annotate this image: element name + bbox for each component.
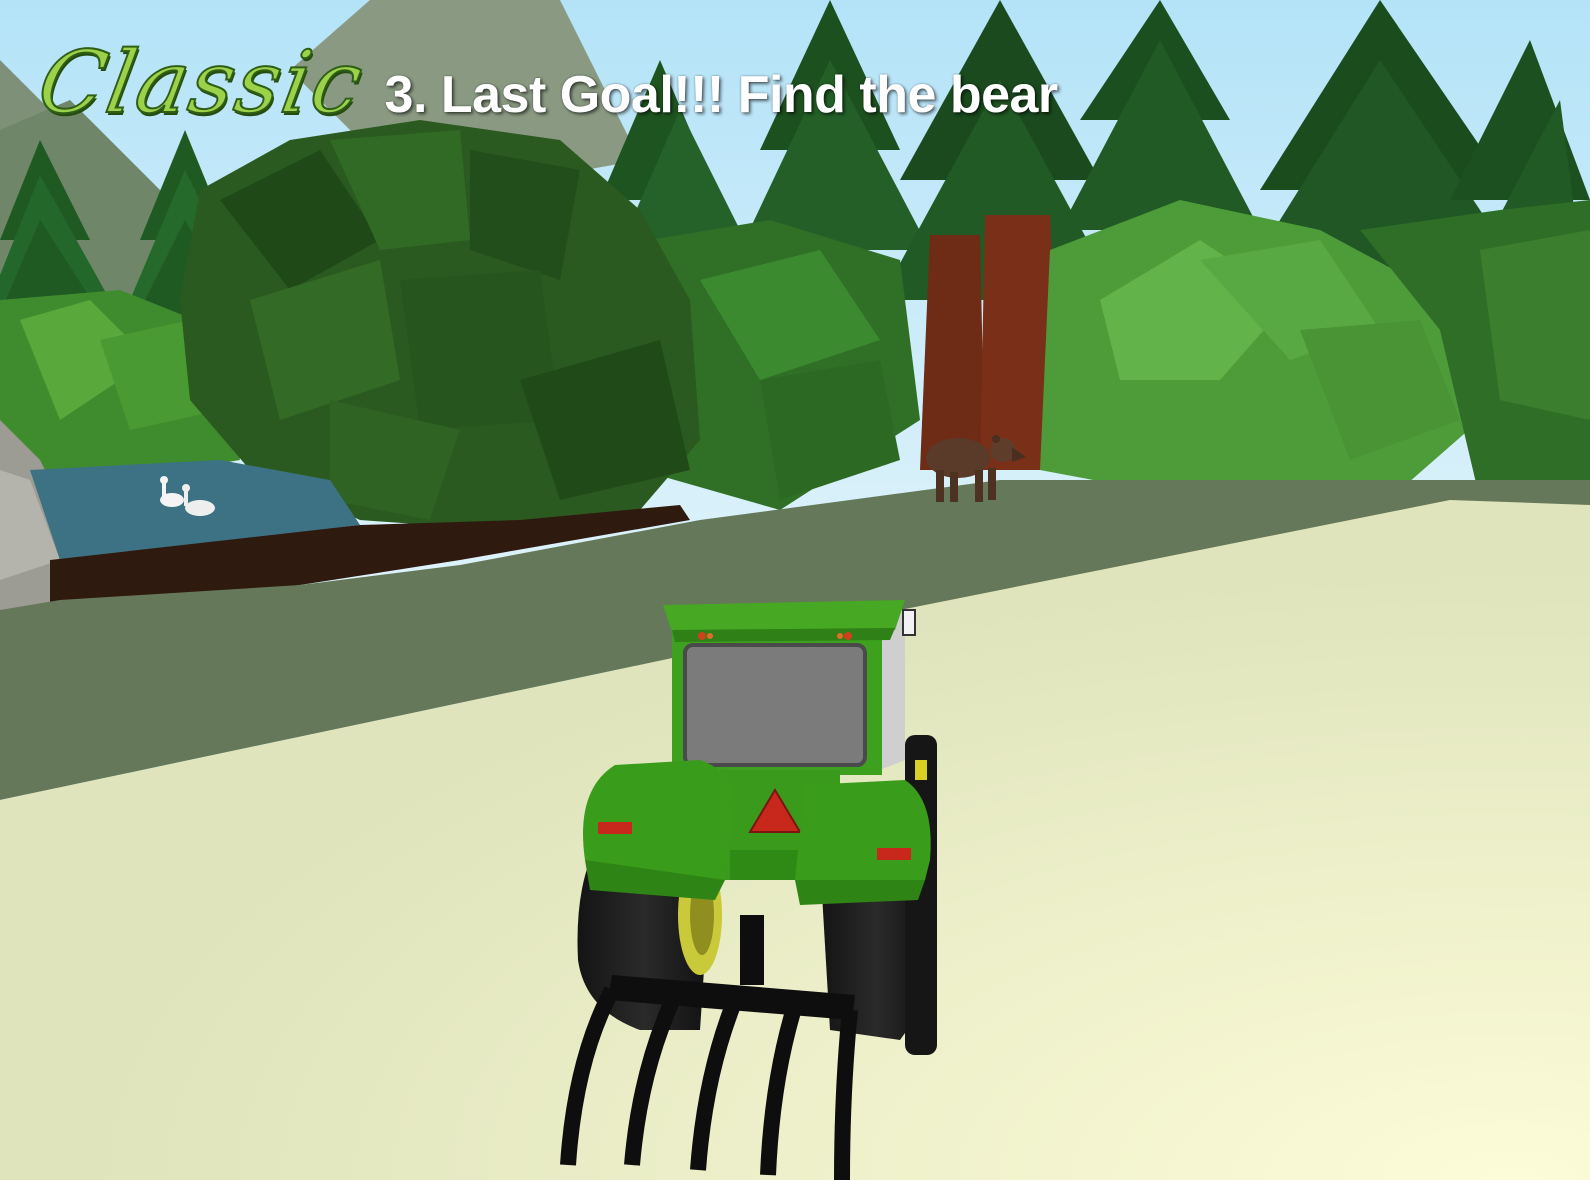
hud-objective-banner: Classic 3. Last Goal!!! Find the bear	[30, 32, 1059, 134]
game-scene[interactable]	[0, 0, 1590, 1180]
game-mode-logo: Classic	[30, 32, 372, 134]
game-viewport[interactable]: Classic 3. Last Goal!!! Find the bear	[0, 0, 1590, 1180]
objective-text: 3. Last Goal!!! Find the bear	[384, 66, 1059, 124]
